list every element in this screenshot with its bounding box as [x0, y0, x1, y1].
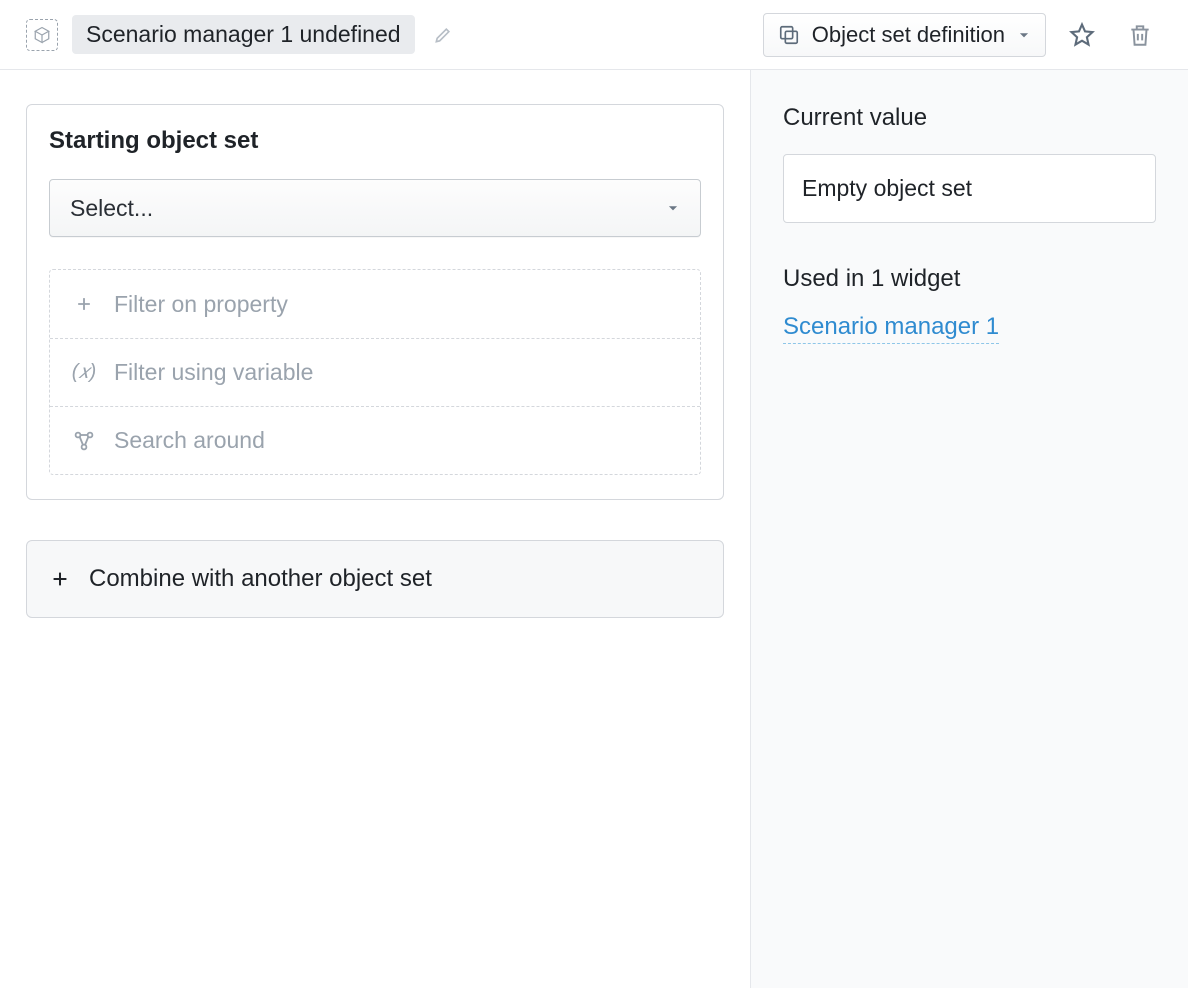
page-title-chip[interactable]: Scenario manager 1 undefined: [72, 15, 415, 54]
object-cube-badge: [26, 19, 58, 51]
plus-icon: [70, 294, 98, 314]
select-placeholder: Select...: [70, 195, 153, 222]
type-dropdown[interactable]: Object set definition: [763, 13, 1046, 57]
search-around-label: Search around: [114, 427, 265, 454]
header-bar: Scenario manager 1 undefined Object set …: [0, 0, 1188, 70]
current-value-box: Empty object set: [783, 154, 1156, 223]
widget-link[interactable]: Scenario manager 1: [783, 313, 999, 344]
combine-object-set-button[interactable]: Combine with another object set: [26, 540, 724, 618]
used-in-heading: Used in 1 widget: [783, 265, 1156, 293]
card-title: Starting object set: [49, 127, 701, 155]
filter-variable-label: Filter using variable: [114, 359, 313, 386]
object-set-icon: [778, 24, 800, 46]
type-dropdown-label: Object set definition: [812, 22, 1005, 48]
chevron-down-icon: [666, 201, 680, 215]
star-icon: [1068, 21, 1096, 49]
search-around-button[interactable]: Search around: [50, 406, 700, 474]
filter-options-list: Filter on property (𝑥) Filter using vari…: [49, 269, 701, 475]
current-value-heading: Current value: [783, 104, 1156, 132]
filter-property-label: Filter on property: [114, 291, 288, 318]
graph-icon: [70, 429, 98, 453]
plus-icon: [49, 568, 71, 590]
filter-using-variable-button[interactable]: (𝑥) Filter using variable: [50, 338, 700, 406]
body: Starting object set Select... Fil: [0, 70, 1188, 988]
main-panel: Starting object set Select... Fil: [0, 70, 750, 988]
combine-label: Combine with another object set: [89, 565, 432, 593]
filter-on-property-button[interactable]: Filter on property: [50, 270, 700, 338]
starting-object-set-select[interactable]: Select...: [49, 179, 701, 237]
delete-button[interactable]: [1118, 13, 1162, 57]
trash-icon: [1127, 22, 1153, 48]
side-panel: Current value Empty object set Used in 1…: [750, 70, 1188, 988]
chevron-down-icon: [1017, 28, 1031, 42]
variable-icon: (𝑥): [70, 361, 98, 384]
starting-object-set-card: Starting object set Select... Fil: [26, 104, 724, 500]
pencil-icon: [433, 25, 453, 45]
favorite-button[interactable]: [1060, 13, 1104, 57]
cube-icon: [33, 26, 51, 44]
edit-title-button[interactable]: [429, 21, 457, 49]
